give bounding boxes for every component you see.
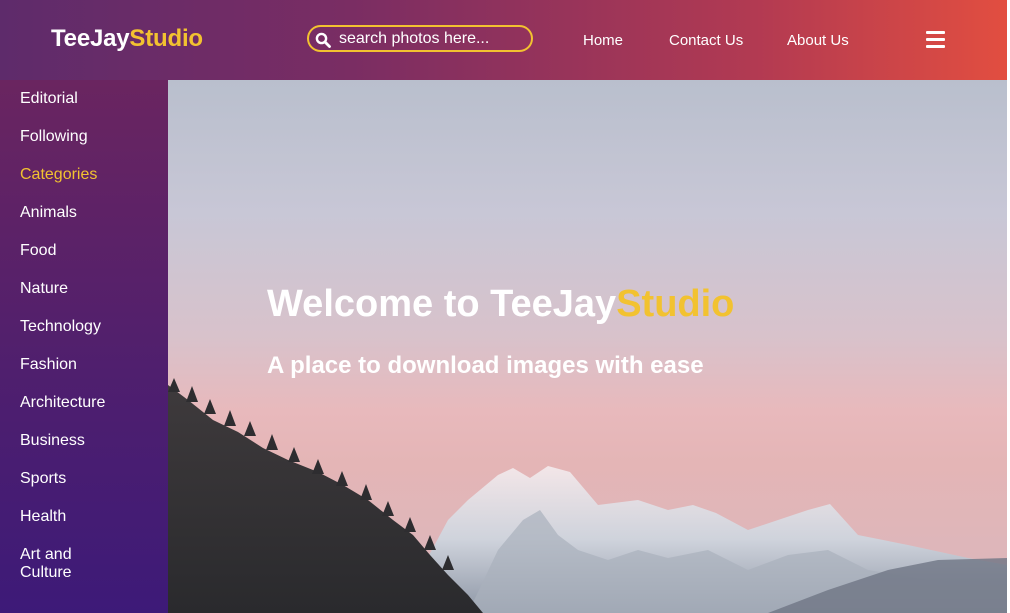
- sidebar-item-animals[interactable]: Animals: [20, 204, 77, 222]
- brand-logo[interactable]: TeeJayStudio: [51, 25, 203, 53]
- sidebar-item-food[interactable]: Food: [20, 242, 56, 260]
- sidebar-item-sports[interactable]: Sports: [20, 470, 66, 488]
- forest-slope: [168, 385, 483, 613]
- hamburger-menu-icon[interactable]: [926, 31, 945, 48]
- top-header: TeeJayStudio Home Contact Us About Us: [0, 0, 1007, 80]
- hero-title-primary: Welcome to TeeJay: [267, 283, 617, 325]
- sidebar-item-fashion[interactable]: Fashion: [20, 356, 77, 374]
- mountain-landscape-image: [168, 378, 1007, 613]
- brand-name-primary: TeeJay: [51, 25, 130, 52]
- search-input[interactable]: [339, 29, 524, 49]
- category-sidebar: Editorial Following Categories Animals F…: [0, 80, 168, 613]
- sidebar-item-technology[interactable]: Technology: [20, 318, 101, 336]
- hero-subtitle: A place to download images with ease: [267, 352, 704, 379]
- hero-title-accent: Studio: [616, 283, 735, 325]
- sidebar-item-following[interactable]: Following: [20, 128, 88, 146]
- sidebar-item-editorial[interactable]: Editorial: [20, 90, 78, 108]
- search-icon[interactable]: [315, 32, 331, 48]
- hero-banner: Welcome to TeeJayStudio A place to downl…: [168, 80, 1007, 613]
- search-box: [307, 25, 533, 52]
- sidebar-item-architecture[interactable]: Architecture: [20, 394, 105, 412]
- nav-home-link[interactable]: Home: [583, 32, 623, 49]
- nav-contact-link[interactable]: Contact Us: [669, 32, 743, 49]
- sidebar-item-nature[interactable]: Nature: [20, 280, 68, 298]
- sidebar-item-health[interactable]: Health: [20, 508, 66, 526]
- hero-title: Welcome to TeeJayStudio: [267, 283, 734, 326]
- nav-about-link[interactable]: About Us: [787, 32, 849, 49]
- sidebar-item-art-and-culture[interactable]: Art and Culture: [20, 546, 80, 582]
- menu-bar: [926, 45, 945, 48]
- menu-bar: [926, 31, 945, 34]
- sidebar-item-business[interactable]: Business: [20, 432, 85, 450]
- sidebar-item-categories[interactable]: Categories: [20, 166, 97, 184]
- brand-name-accent: Studio: [129, 25, 203, 52]
- menu-bar: [926, 38, 945, 41]
